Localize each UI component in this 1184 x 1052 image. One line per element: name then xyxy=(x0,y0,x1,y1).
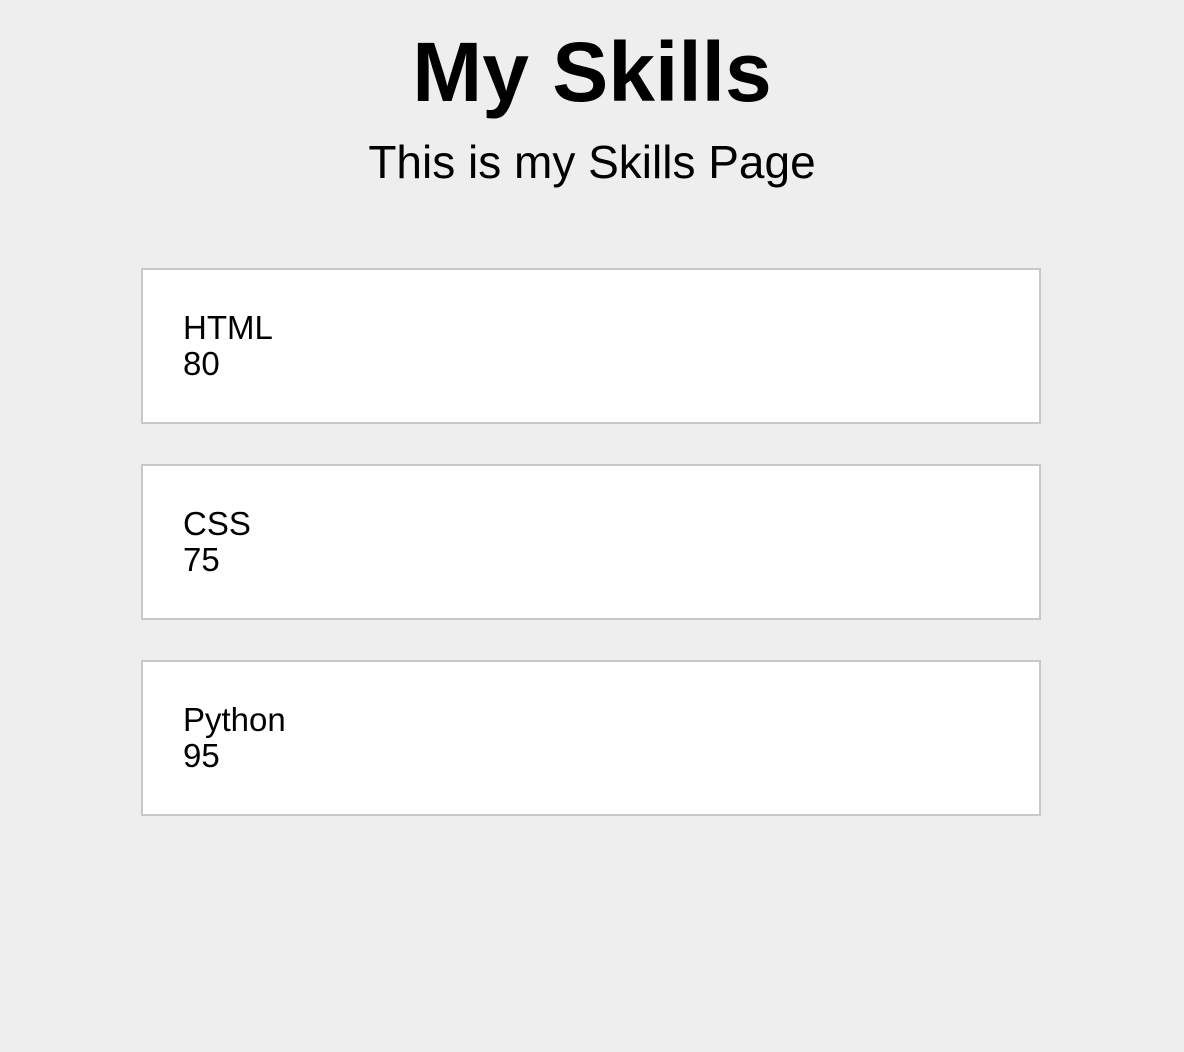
skill-value: 95 xyxy=(183,737,220,774)
skill-value: 75 xyxy=(183,541,220,578)
skill-name: CSS xyxy=(183,505,251,542)
skill-card-html: HTML 80 xyxy=(141,268,1041,424)
skills-page: My Skills This is my Skills Page HTML 80… xyxy=(0,0,1184,1052)
page-title: My Skills xyxy=(412,25,772,119)
skill-card-css: CSS 75 xyxy=(141,464,1041,620)
skills-list: HTML 80 CSS 75 Python 95 xyxy=(141,268,1041,856)
skill-name: HTML xyxy=(183,309,273,346)
skill-card-python: Python 95 xyxy=(141,660,1041,816)
skill-name: Python xyxy=(183,701,286,738)
page-subtitle: This is my Skills Page xyxy=(368,136,816,188)
skill-value: 80 xyxy=(183,345,220,382)
